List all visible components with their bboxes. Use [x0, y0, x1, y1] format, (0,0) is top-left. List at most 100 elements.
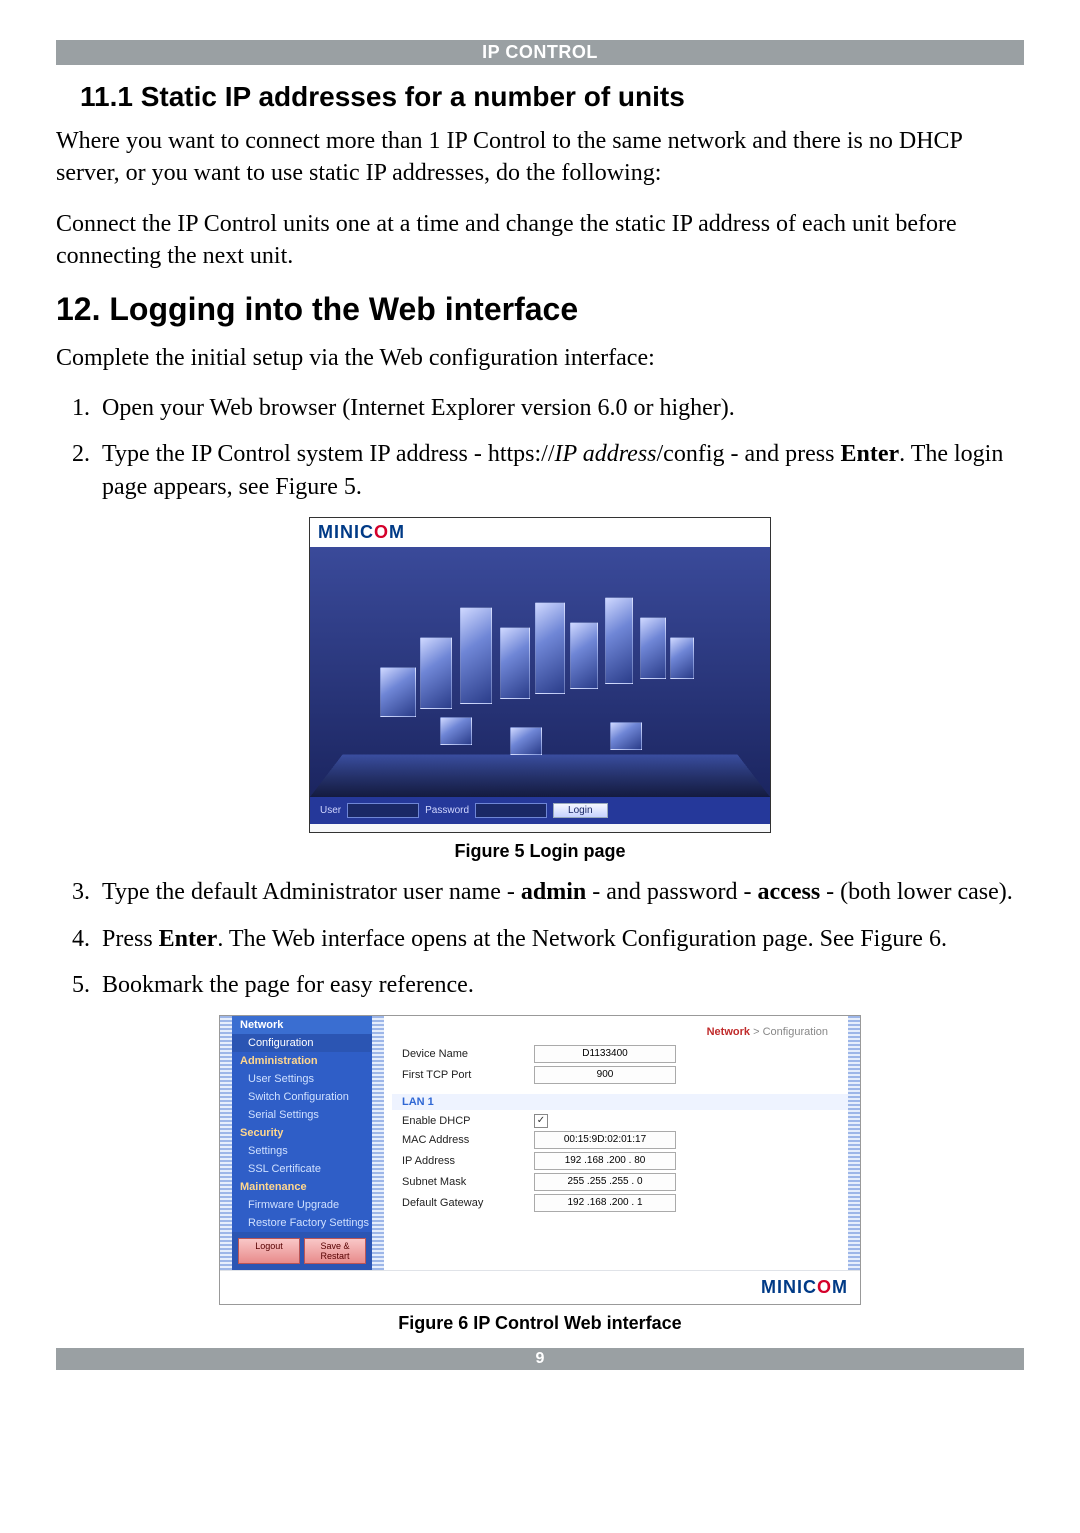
- scene-cube-icon: [460, 607, 492, 704]
- scene-cube-icon: [440, 717, 472, 745]
- breadcrumb-network[interactable]: Network: [707, 1026, 750, 1038]
- figure-6-body: Network Configuration Administration Use…: [220, 1016, 860, 1270]
- sidebar-item-firmware-upgrade[interactable]: Firmware Upgrade: [232, 1196, 372, 1214]
- form-row-enable-dhcp: Enable DHCP ✓: [402, 1114, 838, 1128]
- page-number: 9: [536, 1350, 545, 1367]
- step-4-enter-bold: Enter: [159, 926, 218, 952]
- subnet-mask-label: Subnet Mask: [402, 1176, 522, 1188]
- form-row-device-name: Device Name D1133400: [402, 1045, 838, 1063]
- step-2-ip-address-italic: IP address: [555, 441, 657, 467]
- subnet-mask-input[interactable]: 255 .255 .255 . 0: [534, 1173, 676, 1191]
- page-footer-bar: 9: [56, 1348, 1024, 1370]
- section-12-steps: Open your Web browser (Internet Explorer…: [56, 392, 1024, 503]
- form-row-ip: IP Address 192 .168 .200 . 80: [402, 1152, 838, 1170]
- figure-6-right-stripe: [848, 1016, 860, 1270]
- footer-logo-c: M: [832, 1277, 848, 1297]
- form-row-mask: Subnet Mask 255 .255 .255 . 0: [402, 1173, 838, 1191]
- logo-text-c: M: [389, 522, 405, 542]
- sidebar-cat-network: Network: [232, 1016, 372, 1034]
- step-3-access-bold: access: [758, 879, 821, 905]
- device-name-label: Device Name: [402, 1048, 522, 1060]
- figure-6-sidebar: Network Configuration Administration Use…: [232, 1016, 372, 1270]
- login-user-label: User: [320, 805, 341, 816]
- footer-logo-a: MINIC: [761, 1277, 817, 1297]
- page-header-bar: IP CONTROL: [56, 40, 1024, 65]
- step-3: Type the default Administrator user name…: [96, 876, 1024, 908]
- mac-address-field: 00:15:9D:02:01:17: [534, 1131, 676, 1149]
- step-2-text-a: Type the IP Control system IP address - …: [102, 441, 555, 467]
- figure-5-login-page: MINICOM User Password Login: [309, 517, 771, 833]
- scene-cube-icon: [570, 622, 598, 689]
- form-row-gateway: Default Gateway 192 .168 .200 . 1: [402, 1194, 838, 1212]
- login-password-input[interactable]: [475, 803, 547, 818]
- form-row-mac: MAC Address 00:15:9D:02:01:17: [402, 1131, 838, 1149]
- login-password-label: Password: [425, 805, 469, 816]
- scene-cube-icon: [535, 602, 565, 694]
- figure-6-web-interface: Network Configuration Administration Use…: [219, 1015, 861, 1305]
- enable-dhcp-label: Enable DHCP: [402, 1115, 522, 1127]
- section-12-intro: Complete the initial setup via the Web c…: [56, 342, 1024, 374]
- login-user-input[interactable]: [347, 803, 419, 818]
- scene-cube-icon: [640, 617, 666, 679]
- step-3-text-a: Type the default Administrator user name…: [102, 879, 521, 905]
- step-3-admin-bold: admin: [521, 879, 586, 905]
- figure-6-main: Network > Configuration Device Name D113…: [384, 1016, 848, 1270]
- step-2-enter-bold: Enter: [840, 441, 899, 467]
- default-gateway-input[interactable]: 192 .168 .200 . 1: [534, 1194, 676, 1212]
- footer-oslash-icon: O: [817, 1277, 832, 1297]
- section-11-1-p2: Connect the IP Control units one at a ti…: [56, 208, 1024, 273]
- section-12-steps-cont: Type the default Administrator user name…: [56, 876, 1024, 1001]
- step-5: Bookmark the page for easy reference.: [96, 969, 1024, 1001]
- figure-6-footer-logo: MINICOM: [220, 1270, 860, 1304]
- ip-address-input[interactable]: 192 .168 .200 . 80: [534, 1152, 676, 1170]
- sidebar-item-restore-factory[interactable]: Restore Factory Settings: [232, 1214, 372, 1232]
- document-page: IP CONTROL 11.1 Static IP addresses for …: [0, 0, 1080, 1370]
- figure-5-scene: [310, 547, 770, 797]
- sidebar-cat-administration: Administration: [232, 1052, 372, 1070]
- step-4-text-c: . The Web interface opens at the Network…: [217, 926, 947, 952]
- sidebar-item-ssl-certificate[interactable]: SSL Certificate: [232, 1160, 372, 1178]
- section-12-heading: 12. Logging into the Web interface: [56, 291, 1024, 328]
- step-5-text: Bookmark the page for easy reference.: [102, 972, 474, 998]
- sidebar-item-serial-settings[interactable]: Serial Settings: [232, 1106, 372, 1124]
- default-gateway-label: Default Gateway: [402, 1197, 522, 1209]
- sidebar-item-switch-configuration[interactable]: Switch Configuration: [232, 1088, 372, 1106]
- figure-6-mid-stripe: [372, 1016, 384, 1270]
- scene-cube-icon: [380, 667, 416, 717]
- save-restart-button[interactable]: Save & Restart: [304, 1238, 366, 1264]
- tcp-port-input[interactable]: 900: [534, 1066, 676, 1084]
- sidebar-buttons: Logout Save & Restart: [232, 1232, 372, 1270]
- step-4: Press Enter. The Web interface opens at …: [96, 923, 1024, 955]
- logo-text-a: MINIC: [318, 522, 374, 542]
- step-2: Type the IP Control system IP address - …: [96, 438, 1024, 503]
- sidebar-item-configuration[interactable]: Configuration: [232, 1034, 372, 1052]
- figure-5-login-row: User Password Login: [310, 797, 770, 824]
- mac-address-label: MAC Address: [402, 1134, 522, 1146]
- ip-address-label: IP Address: [402, 1155, 522, 1167]
- section-11-1-heading: 11.1 Static IP addresses for a number of…: [80, 81, 1024, 113]
- scene-cube-icon: [420, 637, 452, 709]
- device-name-input[interactable]: D1133400: [534, 1045, 676, 1063]
- login-button[interactable]: Login: [553, 803, 607, 818]
- step-1: Open your Web browser (Internet Explorer…: [96, 392, 1024, 424]
- breadcrumb: Network > Configuration: [402, 1022, 838, 1042]
- figure-5-caption: Figure 5 Login page: [56, 841, 1024, 862]
- step-3-text-c: - and password -: [586, 879, 757, 905]
- breadcrumb-sep: >: [750, 1026, 763, 1038]
- tcp-port-label: First TCP Port: [402, 1069, 522, 1081]
- section-lan1-heading: LAN 1: [392, 1094, 848, 1110]
- logout-button[interactable]: Logout: [238, 1238, 300, 1264]
- step-3-text-e: - (both lower case).: [820, 879, 1013, 905]
- figure-5-logo: MINICOM: [310, 518, 770, 547]
- step-4-text-a: Press: [102, 926, 159, 952]
- sidebar-item-settings[interactable]: Settings: [232, 1142, 372, 1160]
- step-1-text: Open your Web browser (Internet Explorer…: [102, 395, 735, 421]
- scene-cube-icon: [510, 727, 542, 755]
- logo-oslash-icon: O: [374, 522, 389, 542]
- sidebar-item-user-settings[interactable]: User Settings: [232, 1070, 372, 1088]
- page-header-title: IP CONTROL: [482, 42, 598, 62]
- figure-5-footer-strip: [310, 824, 770, 832]
- figure-6-caption: Figure 6 IP Control Web interface: [56, 1313, 1024, 1334]
- enable-dhcp-checkbox[interactable]: ✓: [534, 1114, 548, 1128]
- scene-ground: [310, 755, 770, 797]
